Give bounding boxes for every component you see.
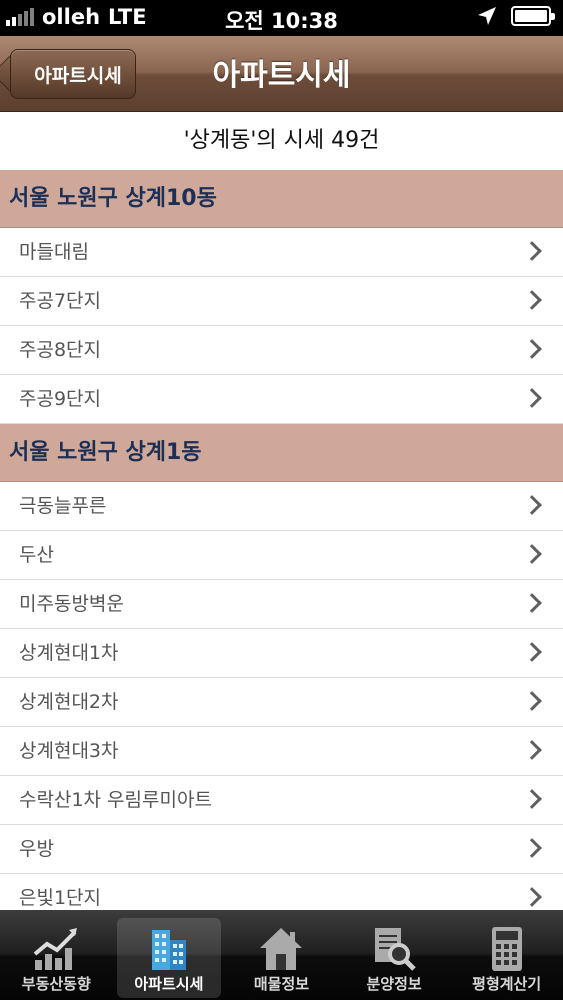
tab-label: 매물정보 xyxy=(253,975,310,993)
list-item-label: 주공9단지 xyxy=(19,388,102,410)
house-icon xyxy=(260,928,303,970)
tab-apartment-prices[interactable]: 아파트시세 xyxy=(113,910,226,1000)
list-item-label: 주공8단지 xyxy=(19,339,102,361)
chevron-right-icon xyxy=(522,691,542,711)
tab-label: 아파트시세 xyxy=(134,975,204,993)
chart-icon xyxy=(34,928,78,970)
chevron-right-icon xyxy=(522,887,542,907)
status-bar: olleh LTE 오전 10:38 xyxy=(0,0,563,36)
tab-label: 부동산동향 xyxy=(21,975,91,993)
list-item-label: 마들대림 xyxy=(19,241,89,263)
list-item-label: 주공7단지 xyxy=(19,290,102,312)
list-item[interactable]: 주공9단지 xyxy=(0,375,563,424)
chevron-right-icon xyxy=(522,290,542,310)
list-item[interactable]: 미주동방벽운 xyxy=(0,580,563,629)
status-right xyxy=(477,6,555,26)
tab-label: 분양정보 xyxy=(366,975,422,993)
list-item[interactable]: 주공8단지 xyxy=(0,326,563,375)
calculator-icon xyxy=(491,927,522,971)
chevron-right-icon xyxy=(522,388,542,408)
building-icon xyxy=(151,930,186,970)
list-item-label: 두산 xyxy=(19,544,54,566)
tab-listings[interactable]: 매물정보 xyxy=(225,910,338,1000)
navigation-bar: 아파트시세 아파트시세 xyxy=(0,36,563,112)
chevron-right-icon xyxy=(522,544,542,564)
tab-bar: 부동산동향 아파트시세 매물정보 분양정보 평형계산기 xyxy=(0,910,563,1000)
section-header: 서울 노원구 상계10동 xyxy=(0,170,563,228)
chevron-right-icon xyxy=(522,593,542,613)
list-item-label: 미주동방벽운 xyxy=(19,593,124,615)
chevron-right-icon xyxy=(522,642,542,662)
result-count: '상계동'의 시세 49건 xyxy=(0,112,563,170)
list-item[interactable]: 극동늘푸른 xyxy=(0,482,563,531)
list-item[interactable]: 은빛1단지 xyxy=(0,874,563,910)
apartment-list[interactable]: 서울 노원구 상계10동 마들대림 주공7단지 주공8단지 주공9단지 서울 노… xyxy=(0,170,563,910)
tab-area-calculator[interactable]: 평형계산기 xyxy=(450,910,563,1000)
back-button[interactable]: 아파트시세 xyxy=(10,49,136,99)
list-item[interactable]: 두산 xyxy=(0,531,563,580)
list-item[interactable]: 마들대림 xyxy=(0,228,563,277)
battery-icon xyxy=(511,6,555,26)
list-item-label: 상계현대3차 xyxy=(19,740,119,762)
list-item-label: 은빛1단지 xyxy=(19,887,102,909)
list-item[interactable]: 상계현대1차 xyxy=(0,629,563,678)
list-item-label: 상계현대2차 xyxy=(19,691,119,713)
tab-label: 평형계산기 xyxy=(472,975,542,993)
list-item[interactable]: 우방 xyxy=(0,825,563,874)
chevron-right-icon xyxy=(522,789,542,809)
tab-market-trends[interactable]: 부동산동향 xyxy=(0,910,113,1000)
chevron-right-icon xyxy=(522,740,542,760)
document-search-icon xyxy=(375,928,416,971)
chevron-right-icon xyxy=(522,495,542,515)
list-item-label: 상계현대1차 xyxy=(19,642,119,664)
chevron-right-icon xyxy=(522,241,542,261)
chevron-right-icon xyxy=(522,339,542,359)
list-item[interactable]: 수락산1차 우림루미아트 xyxy=(0,776,563,825)
list-item[interactable]: 주공7단지 xyxy=(0,277,563,326)
list-item-label: 수락산1차 우림루미아트 xyxy=(19,789,212,811)
list-item[interactable]: 상계현대2차 xyxy=(0,678,563,727)
back-button-label: 아파트시세 xyxy=(34,64,122,87)
tab-pre-sale[interactable]: 분양정보 xyxy=(338,910,451,1000)
list-item-label: 극동늘푸른 xyxy=(19,495,107,517)
section-header: 서울 노원구 상계1동 xyxy=(0,424,563,482)
chevron-right-icon xyxy=(522,838,542,858)
list-item-label: 우방 xyxy=(19,838,54,860)
list-item[interactable]: 상계현대3차 xyxy=(0,727,563,776)
location-arrow-icon xyxy=(478,7,496,25)
